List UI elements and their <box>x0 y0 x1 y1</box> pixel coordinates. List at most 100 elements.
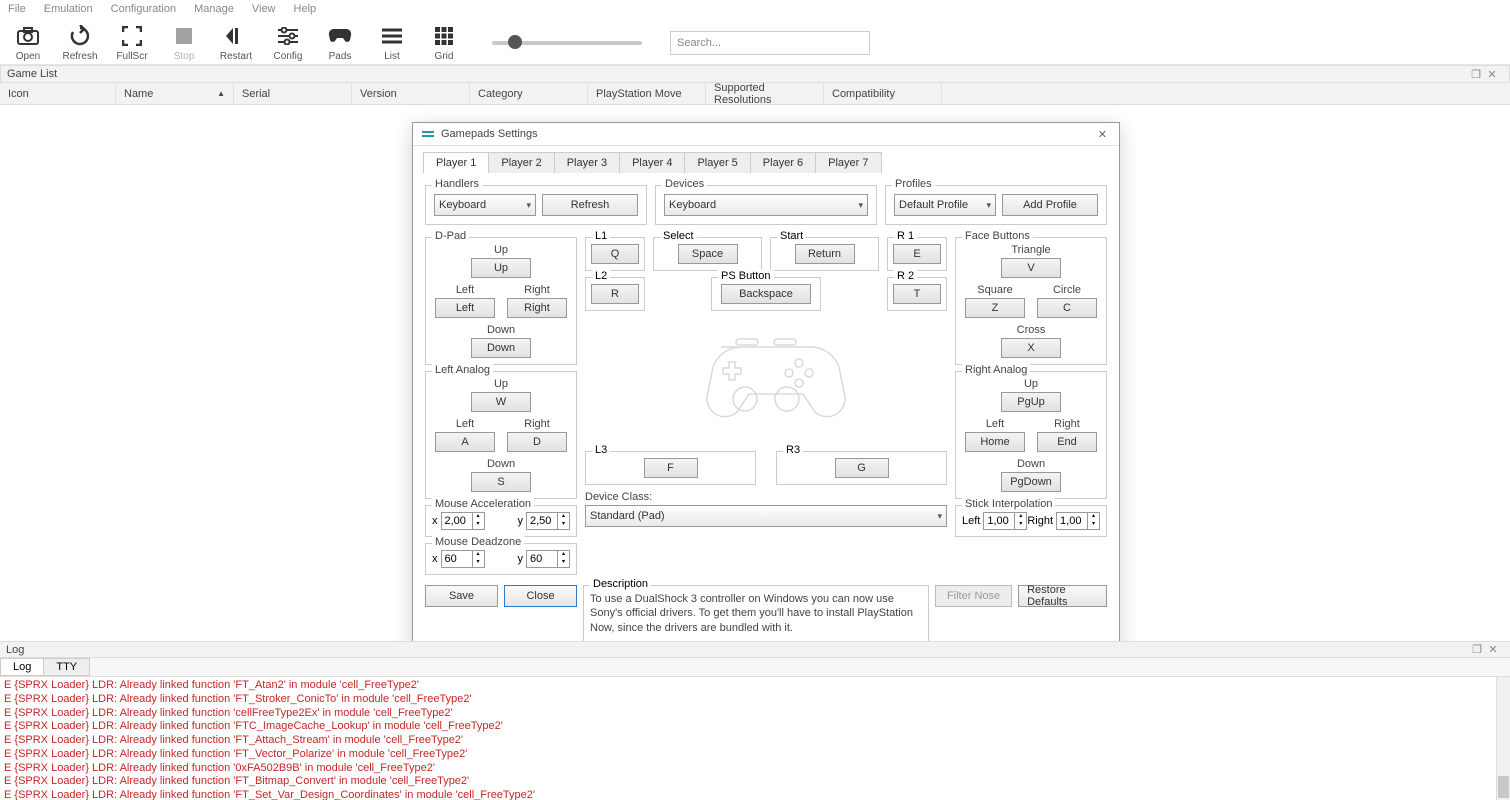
search-input[interactable]: Search... <box>670 31 870 55</box>
tab-player-4[interactable]: Player 4 <box>619 152 685 173</box>
dpad-up-button[interactable]: Up <box>471 258 531 278</box>
ps-group: PS ButtonBackspace <box>711 277 821 311</box>
face-buttons-group: Face Buttons TriangleV SquareZ CircleC C… <box>955 237 1107 365</box>
tab-player-5[interactable]: Player 5 <box>684 152 750 173</box>
slider-thumb[interactable] <box>508 35 522 49</box>
list-button[interactable]: List <box>372 23 412 62</box>
dialog-titlebar[interactable]: Gamepads Settings ✕ <box>413 123 1119 146</box>
profiles-select[interactable]: Default Profile▾ <box>894 194 996 216</box>
handlers-refresh-button[interactable]: Refresh <box>542 194 638 216</box>
scrollbar-thumb[interactable] <box>1498 776 1509 798</box>
tab-player-7[interactable]: Player 7 <box>815 152 881 173</box>
ma-x-spin[interactable]: 2,00▴▾ <box>441 512 485 530</box>
dpad-left-button[interactable]: Left <box>435 298 495 318</box>
col-version[interactable]: Version <box>352 83 470 104</box>
menu-emulation[interactable]: Emulation <box>44 3 93 15</box>
cross-button[interactable]: X <box>1001 338 1061 358</box>
ra-down-button[interactable]: PgDown <box>1001 472 1061 492</box>
tab-player-6[interactable]: Player 6 <box>750 152 816 173</box>
grid-button[interactable]: Grid <box>424 23 464 62</box>
panel-close-icon[interactable]: ✕ <box>1486 643 1500 656</box>
md-y-spin[interactable]: 60▴▾ <box>526 550 570 568</box>
si-right-spin[interactable]: 1,00▴▾ <box>1056 512 1100 530</box>
close-button[interactable]: Close <box>504 585 577 607</box>
triangle-button[interactable]: V <box>1001 258 1061 278</box>
select-button[interactable]: Space <box>678 244 738 264</box>
fullscr-button[interactable]: FullScr <box>112 23 152 62</box>
dpad-right-button[interactable]: Right <box>507 298 567 318</box>
device-class-select[interactable]: Standard (Pad)▾ <box>585 505 947 527</box>
start-button[interactable]: Return <box>795 244 855 264</box>
la-up-label: Up <box>494 378 508 390</box>
ra-left-button[interactable]: Home <box>965 432 1025 452</box>
l1-button[interactable]: Q <box>591 244 639 264</box>
close-icon[interactable]: ✕ <box>1094 128 1111 141</box>
column-headers: Icon Name▲ Serial Version Category PlayS… <box>0 83 1510 105</box>
ra-right-button[interactable]: End <box>1037 432 1097 452</box>
ra-up-button[interactable]: PgUp <box>1001 392 1061 412</box>
la-right-button[interactable]: D <box>507 432 567 452</box>
l2-button[interactable]: R <box>591 284 639 304</box>
dpad-down-button[interactable]: Down <box>471 338 531 358</box>
dpad-right-label: Right <box>524 284 550 296</box>
l3-button[interactable]: F <box>644 458 698 478</box>
handlers-select[interactable]: Keyboard▾ <box>434 194 536 216</box>
r1-label: R 1 <box>894 230 917 242</box>
log-tabs: Log TTY <box>0 658 1510 676</box>
la-left-button[interactable]: A <box>435 432 495 452</box>
menu-file[interactable]: File <box>8 3 26 15</box>
log-body[interactable]: E {SPRX Loader} LDR: Already linked func… <box>0 676 1510 800</box>
ma-x-value: 2,00 <box>442 513 472 529</box>
stop-label: Stop <box>174 51 195 62</box>
md-x-label: x <box>432 553 438 565</box>
panel-restore-icon[interactable]: ❐ <box>1470 643 1484 656</box>
stick-interp-label: Stick Interpolation <box>962 498 1055 510</box>
r3-button[interactable]: G <box>835 458 889 478</box>
filter-nose-button[interactable]: Filter Nose <box>935 585 1012 607</box>
tab-player-2[interactable]: Player 2 <box>488 152 554 173</box>
log-tab-tty[interactable]: TTY <box>43 658 90 676</box>
si-left-spin[interactable]: 1,00▴▾ <box>983 512 1027 530</box>
panel-close-icon[interactable]: ✕ <box>1485 68 1499 81</box>
log-tab-log[interactable]: Log <box>0 658 44 676</box>
la-down-button[interactable]: S <box>471 472 531 492</box>
open-button[interactable]: Open <box>8 23 48 62</box>
menu-help[interactable]: Help <box>294 3 317 15</box>
col-name[interactable]: Name▲ <box>116 83 234 104</box>
icon-size-slider[interactable] <box>492 41 642 45</box>
pads-button[interactable]: Pads <box>320 23 360 62</box>
scrollbar[interactable] <box>1496 677 1510 800</box>
tab-player-3[interactable]: Player 3 <box>554 152 620 173</box>
menu-configuration[interactable]: Configuration <box>111 3 176 15</box>
col-serial[interactable]: Serial <box>234 83 352 104</box>
ps-button[interactable]: Backspace <box>721 284 811 304</box>
restart-button[interactable]: Restart <box>216 23 256 62</box>
save-button[interactable]: Save <box>425 585 498 607</box>
devices-select[interactable]: Keyboard▾ <box>664 194 868 216</box>
refresh-button[interactable]: Refresh <box>60 23 100 62</box>
ma-y-spin[interactable]: 2,50▴▾ <box>526 512 570 530</box>
restore-defaults-button[interactable]: Restore Defaults <box>1018 585 1107 607</box>
la-up-button[interactable]: W <box>471 392 531 412</box>
add-profile-button[interactable]: Add Profile <box>1002 194 1098 216</box>
square-button[interactable]: Z <box>965 298 1025 318</box>
md-x-spin[interactable]: 60▴▾ <box>441 550 485 568</box>
col-icon[interactable]: Icon <box>0 83 116 104</box>
r2-button[interactable]: T <box>893 284 941 304</box>
config-button[interactable]: Config <box>268 23 308 62</box>
list-label: List <box>384 51 400 62</box>
r1-button[interactable]: E <box>893 244 941 264</box>
tab-player-1[interactable]: Player 1 <box>423 152 489 173</box>
col-compat[interactable]: Compatibility <box>824 83 942 104</box>
l3-label: L3 <box>592 444 610 456</box>
panel-restore-icon[interactable]: ❐ <box>1469 68 1483 81</box>
stop-button[interactable]: Stop <box>164 23 204 62</box>
search-placeholder: Search... <box>677 37 721 49</box>
col-category[interactable]: Category <box>470 83 588 104</box>
sort-asc-icon: ▲ <box>217 89 225 98</box>
menu-manage[interactable]: Manage <box>194 3 234 15</box>
col-move[interactable]: PlayStation Move <box>588 83 706 104</box>
menu-view[interactable]: View <box>252 3 276 15</box>
col-resolutions[interactable]: Supported Resolutions <box>706 83 824 104</box>
circle-button[interactable]: C <box>1037 298 1097 318</box>
